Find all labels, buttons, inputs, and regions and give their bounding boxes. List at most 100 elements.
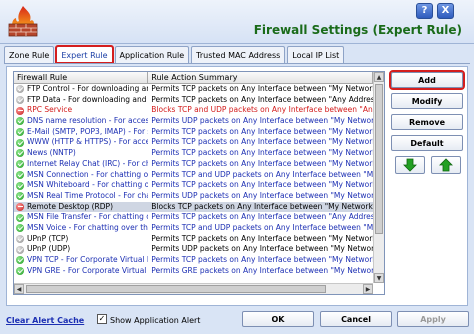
move-up-button[interactable] [431,156,461,174]
help-button[interactable]: ? [416,3,433,19]
rule-name: MSN Voice - For chatting over the I... [27,222,148,232]
rule-name: DNS name resolution - For accessi... [27,116,149,126]
permit-status-icon[interactable] [16,149,24,158]
rule-name: FTP Control - For downloading and... [27,84,148,93]
horizontal-scrollbar[interactable]: ◀ ▶ [14,283,373,294]
rule-name-cell: MSN Connection - For chatting ove... [14,170,148,181]
table-row[interactable]: FTP Control - For downloading and...Perm… [14,84,373,95]
rule-name-cell: UPnP (UDP) [14,244,148,255]
rule-name-cell: MSN File Transfer - For chatting ov... [14,212,148,223]
table-row[interactable]: RPC Service Blocks TCP and UDP packets on… [14,105,373,116]
rule-list[interactable]: Firewall Rule Rule Action Summary FTP Co… [13,71,385,295]
expert-rule-panel: Firewall Rule Rule Action Summary FTP Co… [6,66,468,306]
rule-name: E-Mail (SMTP, POP3, IMAP) - For s... [27,126,149,136]
table-row[interactable]: MSN File Transfer - For chatting ov...Pe… [14,212,373,223]
rule-name: VPN GRE - For Corporate Virtual Pri... [27,265,148,275]
ok-button[interactable]: OK [242,311,314,327]
table-row[interactable]: DNS name resolution - For accessi...Perm… [14,116,373,127]
table-row[interactable]: VPN TCP - For Corporate Virtual Pri...Pe… [14,255,373,266]
table-row[interactable]: MSN Whiteboard - For chatting ove...Perm… [14,180,373,191]
scroll-left-icon[interactable]: ◀ [14,284,24,294]
table-row[interactable]: MSN Voice - For chatting over the I...Pe… [14,223,373,234]
rule-name-cell: RPC Service [14,105,148,116]
table-row[interactable]: UPnP (TCP) Permits TCP packets on Any Int… [14,234,373,245]
block-status-icon[interactable] [16,202,24,211]
table-row[interactable]: MSN Connection - For chatting ove...Perm… [14,170,373,181]
scroll-up-icon[interactable]: ▲ [374,72,384,82]
rule-rows: FTP Control - For downloading and... Perm… [14,84,373,283]
move-down-button[interactable] [395,156,425,174]
permit-status-icon[interactable] [16,117,24,126]
rule-summary-cell: Permits TCP packets on Any Interface bet… [151,212,373,222]
tab-zone-rule[interactable]: Zone Rule [4,46,55,63]
permit-status-icon[interactable] [16,160,24,169]
rule-name: MSN File Transfer - For chatting ov... [27,212,148,222]
tab-expert-rule[interactable]: Expert Rule [55,45,114,64]
rule-name: Remote Desktop (RDP) [27,201,113,211]
rule-name: News (NNTP) [27,148,76,158]
table-row[interactable]: FTP Data - For downloading and u... Permi… [14,95,373,106]
disabled-permit-status-icon[interactable] [16,245,24,254]
add-button[interactable]: Add [389,70,465,90]
title-bar: ? X Firewall Settings (Expert Rule) [0,0,474,44]
rule-name: UPnP (TCP) [27,233,69,243]
column-header-rule-action-summary[interactable]: Rule Action Summary [148,72,373,83]
tab-local-ip-list[interactable]: Local IP List [287,46,345,63]
rule-summary-cell: Permits GRE packets on Any Interface bet… [151,265,373,275]
rule-summary-cell: Blocks TCP and UDP packets on Any Interf… [151,105,373,115]
remove-button[interactable]: Remove [391,114,463,130]
block-status-icon[interactable] [16,106,24,115]
permit-status-icon[interactable] [16,170,24,179]
rule-name-cell: VPN TCP - For Corporate Virtual Pri... [14,255,148,266]
table-row[interactable]: WWW (HTTP & HTTPS) - For access...Permit… [14,137,373,148]
table-row[interactable]: UPnP (UDP) Permits UDP packets on Any Int… [14,244,373,255]
table-row[interactable]: Remote Desktop (RDP) Blocks TCP packets o… [14,201,373,213]
column-header-firewall-rule[interactable]: Firewall Rule [14,72,149,83]
rule-summary-cell: Permits TCP and UDP packets on Any Inter… [151,169,373,179]
rule-name-cell: FTP Data - For downloading and u... [14,95,148,106]
apply-button[interactable]: Apply [397,311,469,327]
cancel-button[interactable]: Cancel [320,311,392,327]
rule-name-cell: MSN Real Time Protocol - For chatti... [14,191,148,202]
close-button[interactable]: X [437,3,454,19]
horizontal-scroll-thumb[interactable] [26,285,326,293]
table-row[interactable]: Internet Relay Chat (IRC) - For chatt...… [14,159,373,170]
rule-name: MSN Whiteboard - For chatting ove... [27,180,148,190]
permit-status-icon[interactable] [16,213,24,222]
rule-name: WWW (HTTP & HTTPS) - For access... [27,137,148,147]
vertical-scrollbar[interactable]: ▲ ▼ [373,72,384,283]
disabled-permit-status-icon[interactable] [16,85,24,94]
disabled-permit-status-icon[interactable] [16,234,24,243]
table-row[interactable]: VPN GRE - For Corporate Virtual Pri...Pe… [14,266,373,277]
arrow-down-icon [403,158,417,172]
modify-button[interactable]: Modify [391,93,463,109]
permit-status-icon[interactable] [16,128,24,137]
rule-summary-cell: Permits TCP packets on Any Interface bet… [151,158,373,168]
page-title: Firewall Settings (Expert Rule) [253,23,462,37]
table-row[interactable]: News (NNTP) Permits TCP packets on Any In… [14,148,373,159]
table-row[interactable]: E-Mail (SMTP, POP3, IMAP) - For s... Perm… [14,127,373,138]
rule-name: Internet Relay Chat (IRC) - For chatt... [27,158,148,168]
table-row[interactable]: MSN Real Time Protocol - For chatti...Pe… [14,191,373,202]
disabled-permit-status-icon[interactable] [16,96,24,105]
vertical-scroll-thumb[interactable] [375,84,383,234]
rule-name-cell: E-Mail (SMTP, POP3, IMAP) - For s... [14,127,148,138]
rule-summary-cell: Permits UDP packets on Any Interface bet… [151,116,373,126]
permit-status-icon[interactable] [16,267,24,276]
help-icon: ? [421,5,428,16]
permit-status-icon[interactable] [16,181,24,190]
rule-name: FTP Data - For downloading and u... [27,94,149,104]
show-application-alert-checkbox[interactable]: ✓ [97,314,107,324]
rule-name-cell: Internet Relay Chat (IRC) - For chatt... [14,159,148,170]
scroll-right-icon[interactable]: ▶ [363,284,373,294]
rule-name: RPC Service [27,105,73,115]
tab-trusted-mac-address[interactable]: Trusted MAC Address [191,46,286,63]
permit-status-icon[interactable] [16,138,24,147]
clear-alert-cache-link[interactable]: Clear Alert Cache [6,316,84,325]
permit-status-icon[interactable] [16,224,24,233]
permit-status-icon[interactable] [16,192,24,201]
scroll-down-icon[interactable]: ▼ [374,273,384,283]
default-button[interactable]: Default [391,135,463,151]
permit-status-icon[interactable] [16,256,24,265]
tab-application-rule[interactable]: Application Rule [114,46,190,63]
